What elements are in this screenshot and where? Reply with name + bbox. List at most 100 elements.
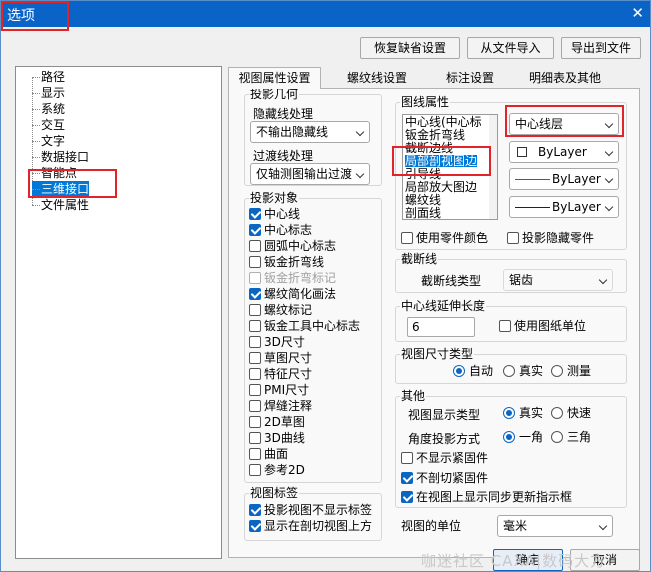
checkbox-icon [249,336,261,348]
linetype-value: ByLayer [550,169,603,189]
break-line-type-select[interactable]: 锯齿 [503,269,613,291]
checkbox-label: 螺纹简化画法 [264,287,337,301]
checkbox-icon [499,320,511,332]
view-unit-select[interactable]: 毫米 [497,515,613,537]
list-item[interactable]: 螺纹线 [405,194,441,206]
checkbox-label: 钣金折弯线 [264,255,325,269]
tree-item-system[interactable]: 系统 [32,101,65,117]
transition-line-label: 过渡线处理 [253,149,314,163]
tree-item-interaction[interactable]: 交互 [32,117,65,133]
checkbox-thread-mark[interactable]: 螺纹标记 [249,303,312,319]
checkbox-label: 使用零件颜色 [416,231,489,245]
checkbox-feature-dimension[interactable]: 特征尺寸 [249,367,312,383]
checkbox-arc-center-mark[interactable]: 圆弧中心标志 [249,239,336,255]
title-bar[interactable]: 选项 ✕ [1,1,650,27]
checkbox-checked-icon [249,224,261,236]
options-dialog: 选项 ✕ 恢复缺省设置 从文件导入 导出到文件 路径 显示 系统 交互 文字 数… [0,0,651,572]
tree-item-data-interface[interactable]: 数据接口 [32,149,89,165]
checkbox-surface[interactable]: 曲面 [249,447,288,463]
checkbox-checked-icon [249,208,261,220]
checkbox-icon [249,240,261,252]
options-tree[interactable]: 路径 显示 系统 交互 文字 数据接口 智能点 三维接口 文件属性 [15,66,222,559]
checkbox-label: 特征尺寸 [264,367,313,381]
checkbox-checked-icon [401,491,413,503]
radio-label: 真实 [519,364,544,378]
radio-angle-third[interactable]: 三角 [551,430,591,446]
checkbox-center-line[interactable]: 中心线 [249,207,300,223]
checkbox-label: 投影视图不显示标签 [264,503,373,517]
checkbox-checked-icon [401,472,413,484]
chevron-down-icon [598,521,608,531]
checkbox-sketch-dimension[interactable]: 草图尺寸 [249,351,312,367]
restore-defaults-button[interactable]: 恢复缺省设置 [360,37,460,59]
checkbox-hide-projection-label[interactable]: 投影视图不显示标签 [249,503,372,519]
checkbox-pmi-dimension[interactable]: PMI尺寸 [249,383,309,399]
color-select[interactable]: ByLayer [509,141,619,163]
linetype-select[interactable]: ByLayer [509,168,619,190]
checkbox-use-part-color[interactable]: 使用零件颜色 [401,231,488,247]
checkbox-label: 3D尺寸 [264,335,305,349]
export-to-file-button[interactable]: 导出到文件 [561,37,641,59]
list-item[interactable]: 钣金折弯线 [405,129,465,141]
checkbox-show-above-section[interactable]: 显示在剖切视图上方 [249,519,372,535]
radio-angle-first[interactable]: 一角 [503,430,543,446]
radio-display-real[interactable]: 真实 [503,406,543,422]
checkbox-icon [249,368,261,380]
checkbox-icon [249,272,261,284]
tree-item-path[interactable]: 路径 [32,69,65,85]
transition-line-select[interactable]: 仅轴测图输出过渡 [250,163,370,185]
center-ext-input[interactable]: 6 [407,317,475,337]
chevron-down-icon [355,169,365,179]
view-label-title: 视图标签 [249,486,300,500]
checkbox-no-cut-fasteners[interactable]: 不剖切紧固件 [401,471,488,487]
checkbox-show-sync-indicator[interactable]: 在视图上显示同步更新指示框 [401,490,572,506]
center-ext-title: 中心线延伸长度 [400,299,487,313]
close-icon[interactable]: ✕ [631,4,644,22]
radio-label: 一角 [519,430,544,444]
checkbox-icon [249,304,261,316]
checkbox-sheet-bend-line[interactable]: 钣金折弯线 [249,255,324,271]
list-item[interactable]: 中心线(中心标 [405,116,482,128]
checkbox-project-hidden-parts[interactable]: 投影隐藏零件 [507,231,594,247]
radio-label: 真实 [519,406,544,420]
checkbox-icon [249,448,261,460]
radio-selected-icon [453,365,465,377]
checkbox-icon [401,452,413,464]
tree-item-file-properties[interactable]: 文件属性 [32,197,89,213]
list-item[interactable]: 局部放大图边 [405,181,477,193]
color-swatch-icon [517,147,527,157]
import-from-file-button[interactable]: 从文件导入 [467,37,554,59]
tab-dimension[interactable]: 标注设置 [434,70,506,89]
checkbox-3d-dimension[interactable]: 3D尺寸 [249,335,305,351]
radio-dim-real[interactable]: 真实 [503,364,543,380]
checkbox-3d-curve[interactable]: 3D曲线 [249,431,305,447]
view-unit-value: 毫米 [503,519,528,533]
checkbox-sheet-tool-center[interactable]: 钣金工具中心标志 [249,319,360,335]
checkbox-weld-annotation[interactable]: 焊缝注释 [249,399,312,415]
checkbox-icon [249,416,261,428]
tab-thread-line[interactable]: 螺纹线设置 [334,70,420,89]
radio-display-fast[interactable]: 快速 [551,406,591,422]
checkbox-hide-fasteners[interactable]: 不显示紧固件 [401,451,488,467]
checkbox-center-mark[interactable]: 中心标志 [249,223,312,239]
radio-dim-auto[interactable]: 自动 [453,364,493,380]
tree-item-display[interactable]: 显示 [32,85,65,101]
radio-dim-measure[interactable]: 测量 [551,364,591,380]
checkbox-thread-simplified[interactable]: 螺纹简化画法 [249,287,336,303]
checkbox-use-drawing-unit[interactable]: 使用图纸单位 [499,319,586,335]
checkbox-icon [249,464,261,476]
title-highlight-annotation [1,1,69,31]
checkbox-reference-2d[interactable]: 参考2D [249,463,305,479]
checkbox-label: 螺纹标记 [264,303,313,317]
lineweight-select[interactable]: ByLayer [509,196,619,218]
tab-bom-other[interactable]: 明细表及其他 [523,70,607,89]
list-item[interactable]: 剖面线 [405,207,441,219]
checkbox-2d-sketch[interactable]: 2D草图 [249,415,305,431]
tab-view-properties[interactable]: 视图属性设置 [228,67,321,89]
break-line-type-value: 锯齿 [509,273,534,287]
tree-item-text[interactable]: 文字 [32,133,65,149]
angle-projection-label: 角度投影方式 [408,432,481,446]
checkbox-label: 2D草图 [264,415,305,429]
radio-label: 测量 [567,364,592,378]
hidden-line-select[interactable]: 不输出隐藏线 [250,121,370,143]
